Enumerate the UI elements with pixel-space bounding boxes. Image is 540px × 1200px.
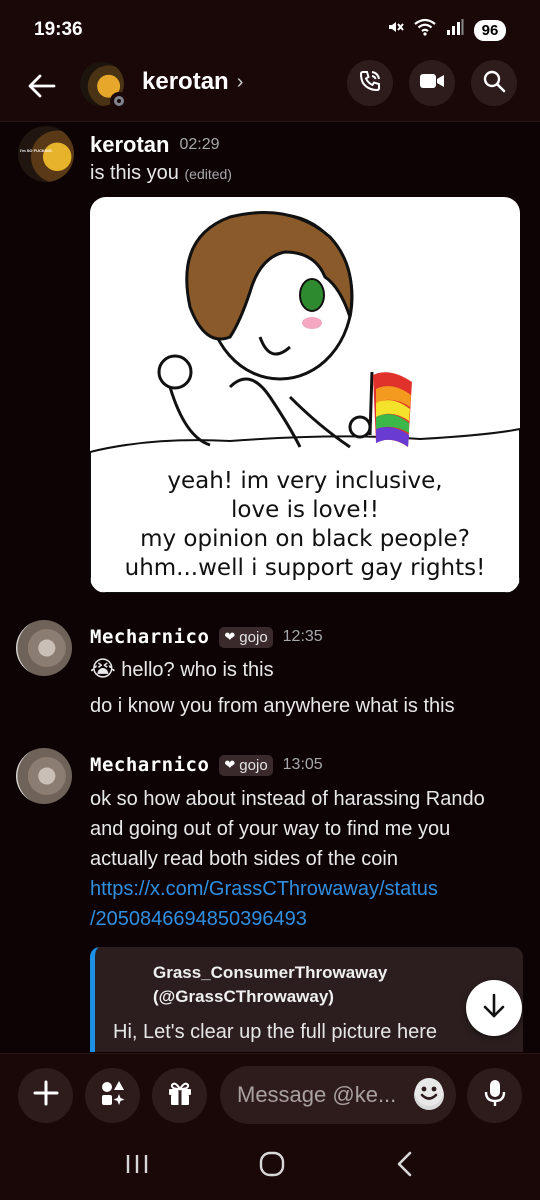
avatar[interactable]	[16, 748, 72, 804]
gift-button[interactable]	[152, 1068, 207, 1123]
message-placeholder: Message @ke...	[237, 1082, 397, 1107]
message-composer: Message @ke...	[0, 1053, 540, 1133]
message-body: hello? who is this	[121, 659, 274, 681]
message-timestamp: 13:05	[282, 756, 323, 773]
home-icon[interactable]	[259, 1151, 285, 1182]
chat-header: kerotan ›	[0, 60, 540, 122]
author-name[interactable]: Mecharnico	[90, 626, 209, 648]
message-body: do i know you from anywhere what is this	[90, 695, 455, 717]
search-button[interactable]	[471, 60, 517, 106]
message-link[interactable]: /2050846694850396493	[90, 904, 485, 934]
message-link[interactable]: https://x.com/GrassCThrowaway/status	[90, 874, 485, 904]
crying-emoji-icon: 😭	[90, 656, 116, 681]
message-body: is this you	[90, 162, 179, 184]
message-text: is this you (edited)	[90, 158, 232, 189]
emoji-button[interactable]	[414, 1077, 444, 1113]
apps-button[interactable]	[85, 1068, 140, 1123]
heart-icon: ❤	[224, 629, 236, 644]
embed-description: Hi, Let's clear up the full picture here	[113, 1021, 437, 1043]
author-name[interactable]: kerotan	[90, 132, 169, 158]
message-header: Mecharnico ❤ gojo 12:35	[90, 626, 323, 648]
back-icon[interactable]	[395, 1151, 415, 1182]
caption-line: yeah! im very inclusive,	[167, 468, 443, 494]
message-timestamp: 02:29	[179, 136, 220, 153]
video-call-button[interactable]	[409, 60, 455, 106]
image-attachment[interactable]: yeah! im very inclusive, love is love!! …	[90, 197, 520, 593]
caption-line: love is love!!	[231, 497, 379, 523]
call-icon	[358, 69, 382, 98]
message-body: and going out of your way to find me you	[90, 818, 451, 840]
message-header: kerotan 02:29	[90, 132, 220, 158]
avatar[interactable]	[16, 620, 72, 676]
message-text: ok so how about instead of harassing Ran…	[90, 784, 485, 934]
chevron-right-icon: ›	[236, 70, 244, 93]
message-body: actually read both sides of the coin	[90, 848, 398, 870]
server-tag[interactable]: ❤ gojo	[219, 754, 273, 776]
video-icon	[419, 71, 445, 96]
message-text: do i know you from anywhere what is this	[90, 691, 455, 721]
heart-icon: ❤	[224, 757, 236, 772]
recents-icon[interactable]	[125, 1153, 149, 1180]
server-tag-label: gojo	[239, 756, 268, 774]
voice-message-button[interactable]	[467, 1068, 522, 1123]
message-text: 😭 hello? who is this	[90, 654, 274, 685]
status-bar: 19:36 96	[0, 0, 540, 60]
wifi-icon	[414, 18, 436, 42]
message-list[interactable]: I'm SO FUCKING kerotan 02:29 is this you…	[0, 122, 540, 1052]
avatar[interactable]: I'm SO FUCKING	[18, 126, 74, 182]
avatar-caption: I'm SO FUCKING	[20, 148, 52, 153]
jump-to-bottom-button[interactable]	[466, 980, 522, 1036]
caption-line: my opinion on black people?	[140, 526, 470, 552]
arrow-down-icon	[482, 993, 506, 1024]
search-icon	[482, 69, 506, 98]
server-tag-label: gojo	[239, 628, 268, 646]
embed-author[interactable]: Grass_ConsumerThrowaway (@GrassCThrowawa…	[153, 961, 387, 1009]
back-arrow-icon[interactable]	[22, 66, 62, 106]
message-input[interactable]: Message @ke...	[220, 1066, 456, 1124]
battery-indicator: 96	[474, 19, 506, 41]
message-body: ok so how about instead of harassing Ran…	[90, 788, 485, 810]
caption-line: uhm...well i support gay rights!	[124, 555, 486, 581]
server-tag[interactable]: ❤ gojo	[219, 626, 273, 648]
message-header: Mecharnico ❤ gojo 13:05	[90, 754, 323, 776]
emoji-icon	[414, 1077, 444, 1113]
author-name[interactable]: Mecharnico	[90, 754, 209, 776]
header-avatar[interactable]	[80, 62, 128, 110]
edited-label: (edited)	[184, 166, 232, 182]
header-username: kerotan	[142, 68, 229, 95]
offline-status-icon	[110, 92, 128, 110]
link-embed[interactable]: Grass_ConsumerThrowaway (@GrassCThrowawa…	[90, 947, 523, 1052]
status-time: 19:36	[34, 19, 83, 40]
system-navbar	[0, 1133, 540, 1200]
mute-icon	[386, 18, 404, 42]
message-timestamp: 12:35	[282, 628, 323, 645]
apps-icon	[100, 1080, 126, 1111]
status-icons: 96	[386, 18, 506, 42]
embed-author-handle: (@GrassCThrowaway)	[153, 987, 334, 1006]
embed-author-name: Grass_ConsumerThrowaway	[153, 963, 388, 982]
call-button[interactable]	[347, 60, 393, 106]
plus-icon	[33, 1080, 59, 1111]
meme-caption: yeah! im very inclusive, love is love!! …	[90, 467, 520, 583]
signal-icon	[446, 18, 464, 42]
gift-icon	[167, 1080, 193, 1111]
microphone-icon	[483, 1079, 507, 1112]
add-attachment-button[interactable]	[18, 1068, 73, 1123]
channel-title[interactable]: kerotan ›	[142, 68, 243, 96]
